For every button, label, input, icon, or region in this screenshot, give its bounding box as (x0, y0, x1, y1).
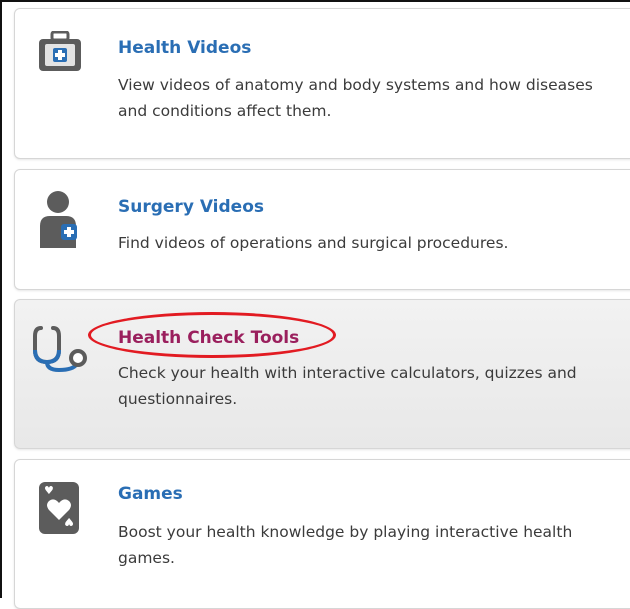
surgeon-icon (37, 190, 83, 254)
card-description: View videos of anatomy and body systems … (118, 76, 593, 120)
card-health-check-tools[interactable]: Health Check Tools Check your health wit… (14, 299, 630, 449)
card-title[interactable]: Games (118, 484, 183, 504)
page-frame: Health Videos View videos of anatomy and… (0, 0, 630, 609)
highlight-annotation-oval (88, 312, 336, 358)
card-description: Find videos of operations and surgical p… (118, 234, 509, 252)
card-surgery-videos[interactable]: Surgery Videos Find videos of operations… (14, 169, 630, 290)
svg-text:♥: ♥ (44, 484, 54, 497)
card-description: Check your health with interactive calcu… (118, 364, 577, 408)
card-description: Boost your health knowledge by playing i… (118, 523, 573, 567)
card-games[interactable]: ♥ ♥ Games Boost your health knowledge by… (14, 459, 630, 609)
card-title[interactable]: Surgery Videos (118, 197, 264, 217)
heart-card-icon: ♥ ♥ (37, 480, 81, 540)
svg-text:♥: ♥ (64, 515, 74, 528)
card-title[interactable]: Health Videos (118, 38, 251, 58)
card-health-videos[interactable]: Health Videos View videos of anatomy and… (14, 8, 630, 159)
medical-kit-icon (37, 30, 83, 77)
stethoscope-icon (33, 324, 89, 378)
